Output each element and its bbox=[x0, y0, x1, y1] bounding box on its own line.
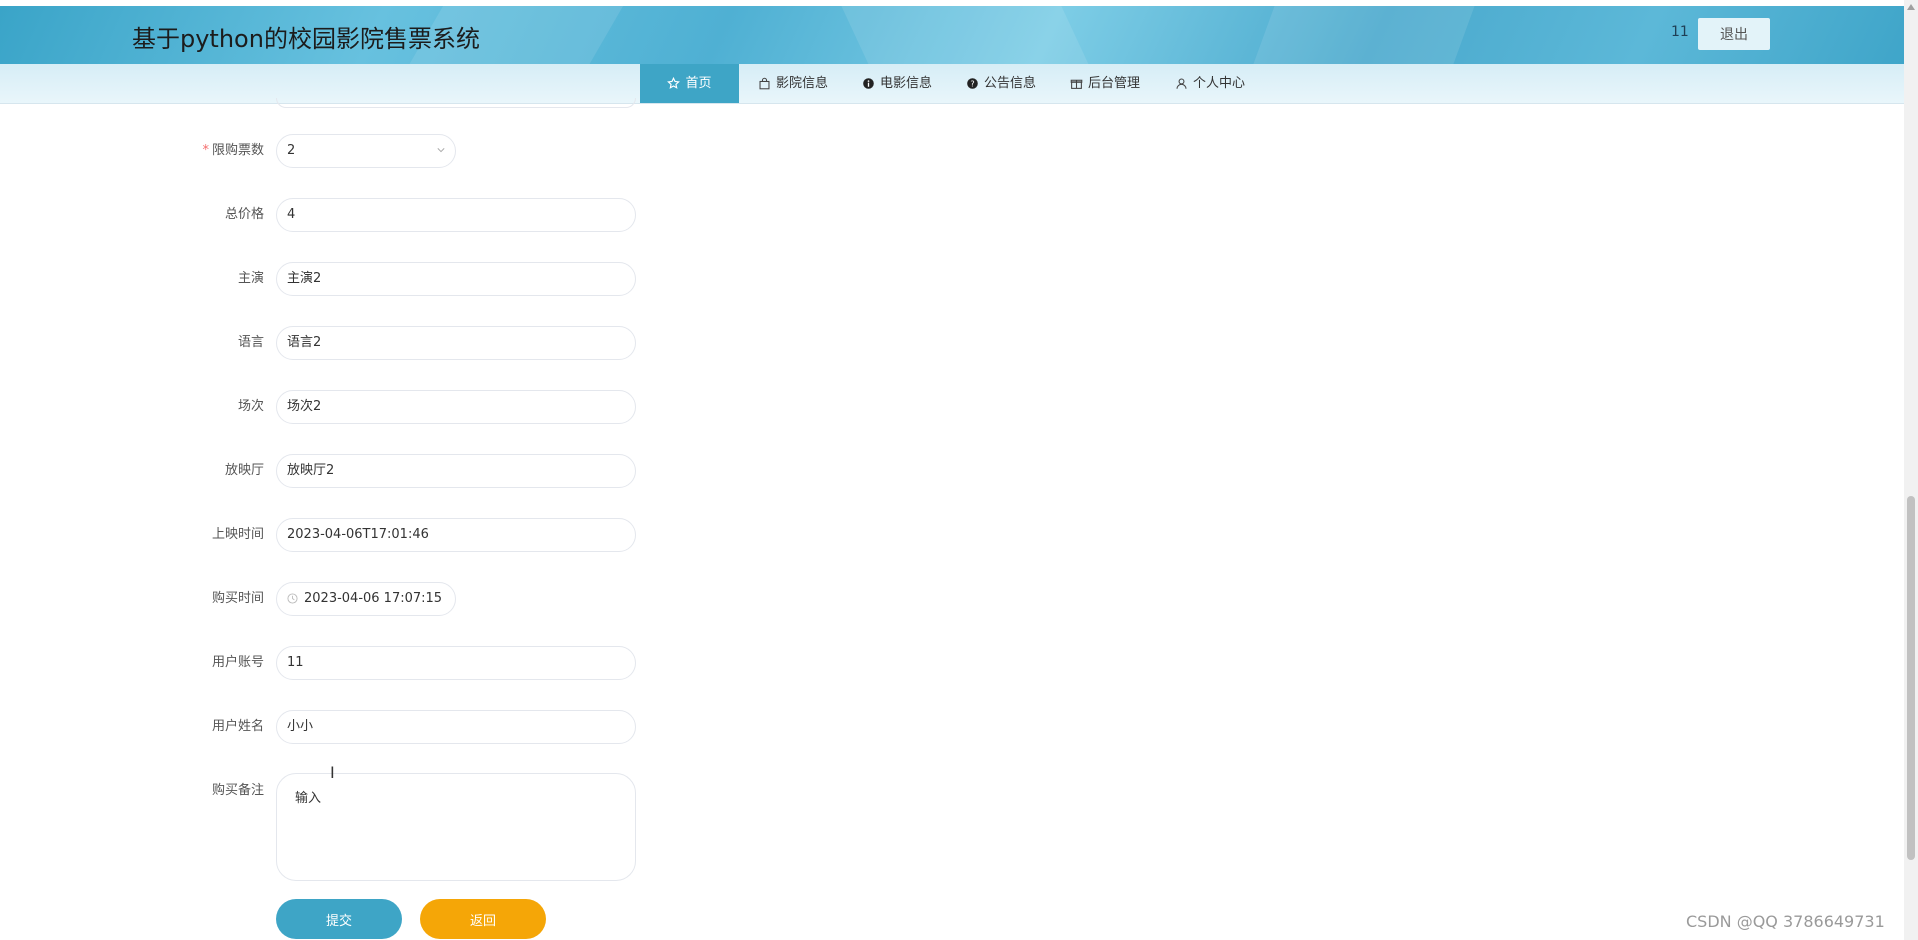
text-cursor-icon: I bbox=[330, 763, 335, 782]
user-name-label: 用户姓名 bbox=[211, 719, 264, 734]
form-row-purchase-limit: * 限购票数 2 bbox=[0, 133, 700, 169]
remark-label: 购买备注 bbox=[211, 783, 264, 798]
form-row-language: 语言 语言2 bbox=[0, 325, 700, 361]
user-icon bbox=[1176, 78, 1187, 89]
purchase-limit-label-text: 限购票数 bbox=[211, 143, 264, 158]
scroll-thumb[interactable] bbox=[1907, 496, 1915, 860]
back-button[interactable]: 返回 bbox=[420, 899, 546, 939]
chevron-down-icon bbox=[437, 148, 445, 153]
remark-textarea[interactable] bbox=[276, 773, 636, 881]
show-time-input[interactable]: 2023-04-06T17:01:46 bbox=[276, 518, 636, 552]
total-price-input[interactable]: 4 bbox=[276, 198, 636, 232]
lead-actor-label: 主演 bbox=[237, 271, 264, 286]
session-input[interactable]: 场次2 bbox=[276, 390, 636, 424]
purchase-limit-label: * 限购票数 bbox=[124, 133, 264, 169]
purchase-time-label: 购买时间 bbox=[211, 591, 264, 606]
purchase-time-value: 2023-04-06 17:07:15 bbox=[304, 591, 443, 606]
nav-item-admin[interactable]: 后台管理 bbox=[1070, 64, 1140, 103]
purchase-time-picker[interactable]: 2023-04-06 17:07:15 bbox=[276, 582, 456, 616]
form-row-user-name: 用户姓名 小小 bbox=[0, 709, 700, 745]
form-row-hall: 放映厅 放映厅2 bbox=[0, 453, 700, 489]
header-decoration bbox=[1238, 6, 1482, 64]
watermark: CSDN @QQ 3786649731 bbox=[1686, 912, 1885, 931]
svg-text:?: ? bbox=[970, 78, 974, 88]
nav-label: 首页 bbox=[685, 76, 712, 91]
purchase-limit-select[interactable]: 2 bbox=[276, 134, 456, 168]
user-account-input[interactable]: 11 bbox=[276, 646, 636, 680]
show-time-label: 上映时间 bbox=[211, 527, 264, 542]
user-name-input[interactable]: 小小 bbox=[276, 710, 636, 744]
scroll-up-arrow[interactable] bbox=[1907, 4, 1915, 10]
form-row-user-account: 用户账号 11 bbox=[0, 645, 700, 681]
nav-label: 后台管理 bbox=[1088, 76, 1141, 91]
nav-item-home[interactable]: 首页 bbox=[640, 64, 739, 103]
logout-button[interactable]: 退出 bbox=[1698, 18, 1770, 50]
form-row-total-price: 总价格 4 bbox=[0, 197, 700, 233]
hall-label: 放映厅 bbox=[224, 463, 264, 478]
clock-icon bbox=[287, 593, 298, 604]
star-icon bbox=[667, 77, 681, 89]
purchase-limit-value: 2 bbox=[287, 143, 296, 158]
nav-label: 影院信息 bbox=[776, 76, 829, 91]
required-mark: * bbox=[202, 143, 209, 158]
form-row-purchase-time: 购买时间 2023-04-06 17:07:15 bbox=[0, 581, 700, 617]
user-account-label: 用户账号 bbox=[211, 655, 264, 670]
app-header: 基于python的校园影院售票系统 11 退出 bbox=[0, 6, 1904, 64]
header-decoration bbox=[827, 6, 1113, 64]
form-row-show-time: 上映时间 2023-04-06T17:01:46 bbox=[0, 517, 700, 553]
submit-button[interactable]: 提交 bbox=[276, 899, 402, 939]
nav-item-profile[interactable]: 个人中心 bbox=[1175, 64, 1245, 103]
gift-icon bbox=[1070, 79, 1083, 89]
page-scrollbar[interactable] bbox=[1904, 0, 1918, 940]
form-row-session: 场次 场次2 bbox=[0, 389, 700, 425]
scrolled-field-edge bbox=[276, 98, 636, 108]
nav-label: 个人中心 bbox=[1193, 76, 1246, 91]
nav-label: 公告信息 bbox=[984, 76, 1037, 91]
form-row-lead-actor: 主演 主演2 bbox=[0, 261, 700, 297]
session-label: 场次 bbox=[237, 399, 264, 414]
hall-input[interactable]: 放映厅2 bbox=[276, 454, 636, 488]
question-icon: ? bbox=[967, 78, 978, 89]
lead-actor-input[interactable]: 主演2 bbox=[276, 262, 636, 296]
total-price-label: 总价格 bbox=[224, 207, 264, 222]
app-title: 基于python的校园影院售票系统 bbox=[132, 25, 480, 53]
nav-item-cinema[interactable]: 影院信息 bbox=[758, 64, 828, 103]
current-user: 11 bbox=[1671, 24, 1689, 40]
bag-icon bbox=[759, 77, 770, 90]
info-icon bbox=[863, 78, 874, 89]
nav-label: 电影信息 bbox=[880, 76, 933, 91]
language-input[interactable]: 语言2 bbox=[276, 326, 636, 360]
form-row-remark: 购买备注 bbox=[0, 773, 700, 883]
nav-item-notice[interactable]: ? 公告信息 bbox=[966, 64, 1036, 103]
nav-item-movie[interactable]: 电影信息 bbox=[862, 64, 932, 103]
language-label: 语言 bbox=[237, 335, 264, 350]
